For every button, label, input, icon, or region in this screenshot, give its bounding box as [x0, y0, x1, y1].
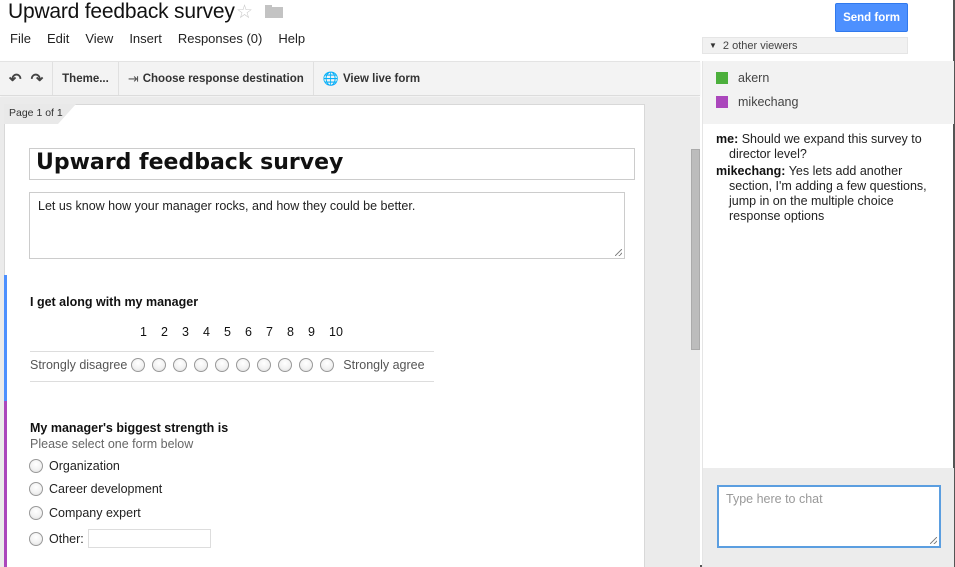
send-form-button[interactable]: Send form	[835, 3, 908, 32]
scale-row: Strongly disagree Strongly agree	[30, 358, 425, 372]
scale-number: 1	[140, 325, 147, 339]
scale-radio-2[interactable]	[152, 358, 167, 372]
form-description-input[interactable]: Let us know how your manager rocks, and …	[29, 192, 625, 259]
theme-label: Theme...	[62, 72, 109, 85]
undo-icon[interactable]: ↶	[9, 70, 22, 88]
response-destination-button[interactable]: ⇥ Choose response destination	[119, 62, 314, 95]
question-2-title[interactable]: My manager's biggest strength is	[30, 421, 228, 435]
radio-button[interactable]	[29, 482, 43, 496]
viewer-color-swatch	[716, 96, 728, 108]
scale-radio-6[interactable]	[236, 358, 251, 372]
viewer-item[interactable]: mikechang	[716, 95, 798, 109]
menu-insert[interactable]: Insert	[129, 31, 162, 46]
chat-sender: mikechang:	[716, 164, 786, 178]
folder-icon[interactable]	[265, 5, 283, 18]
resize-handle-icon[interactable]	[615, 249, 622, 256]
scale-radio-9[interactable]	[299, 358, 314, 372]
option-organization[interactable]: Organization	[29, 459, 120, 473]
radio-button[interactable]	[29, 506, 43, 520]
radio-button[interactable]	[29, 459, 43, 473]
question-accent-bar	[4, 401, 7, 567]
triangle-down-icon: ▼	[709, 41, 717, 50]
chat-message: me: Should we expand this survey to dire…	[716, 132, 948, 162]
scale-number: 5	[224, 325, 231, 339]
chat-sender: me:	[716, 132, 739, 146]
response-destination-label: Choose response destination	[142, 72, 304, 85]
view-live-form-button[interactable]: 🌐 View live form	[314, 62, 429, 95]
view-live-form-label: View live form	[342, 72, 421, 85]
question-2-help-text: Please select one form below	[30, 437, 194, 451]
viewer-item[interactable]: akern	[716, 71, 769, 85]
viewer-list: akern mikechang	[703, 61, 954, 124]
chat-text: Should we expand this survey to director…	[729, 132, 922, 161]
question-1-title[interactable]: I get along with my manager	[30, 295, 198, 309]
scale-radio-10[interactable]	[320, 358, 335, 372]
scale-radio-5[interactable]	[215, 358, 230, 372]
option-label: Career development	[49, 482, 163, 496]
menu-file[interactable]: File	[10, 31, 31, 46]
divider	[30, 381, 434, 382]
chat-message: mikechang: Yes lets add another section,…	[716, 164, 948, 224]
option-career-development[interactable]: Career development	[29, 482, 162, 496]
document-title[interactable]: Upward feedback survey	[8, 0, 235, 24]
menu-responses[interactable]: Responses (0)	[178, 31, 263, 46]
chat-footer: Type here to chat	[703, 468, 954, 567]
viewer-name: akern	[738, 71, 770, 85]
scale-radio-1[interactable]	[131, 358, 146, 372]
viewers-count: 2 other viewers	[722, 39, 798, 52]
option-company-expert[interactable]: Company expert	[29, 506, 141, 520]
menu-edit[interactable]: Edit	[47, 31, 69, 46]
scale-number: 6	[245, 325, 252, 339]
scale-radio-3[interactable]	[173, 358, 188, 372]
option-label: Company expert	[49, 506, 141, 520]
menu-bar: File Edit View Insert Responses (0) Help	[10, 31, 321, 46]
scale-radio-7[interactable]	[257, 358, 272, 372]
undo-redo-group: ↶ ↷	[0, 62, 54, 95]
menu-view[interactable]: View	[85, 31, 113, 46]
star-icon[interactable]: ☆	[236, 1, 253, 24]
redo-icon[interactable]: ↷	[31, 70, 44, 88]
chat-input[interactable]: Type here to chat	[717, 485, 941, 548]
option-label: Organization	[49, 459, 120, 473]
option-label: Other:	[49, 531, 84, 546]
globe-link-icon: 🌐	[322, 70, 339, 86]
scale-number: 8	[287, 325, 294, 339]
viewer-color-swatch	[716, 72, 728, 84]
chat-placeholder: Type here to chat	[726, 492, 823, 506]
theme-button[interactable]: Theme...	[53, 62, 119, 95]
chat-log: me: Should we expand this survey to dire…	[716, 132, 948, 226]
scale-radio-4[interactable]	[194, 358, 209, 372]
viewers-toggle[interactable]: ▼ 2 other viewers	[702, 37, 908, 54]
form-description-text: Let us know how your manager rocks, and …	[38, 199, 416, 213]
scale-number: 7	[266, 325, 273, 339]
form-title-input[interactable]: Upward feedback survey	[29, 148, 635, 180]
canvas-scrollbar[interactable]	[691, 149, 700, 350]
scale-numbers: 1 2 3 4 5 6 7 8 9 10	[140, 325, 350, 339]
collaboration-panel: akern mikechang me: Should we expand thi…	[702, 61, 954, 567]
resize-handle-icon[interactable]	[930, 537, 937, 544]
scale-number: 10	[329, 325, 343, 339]
scale-number: 4	[203, 325, 210, 339]
scale-radio-8[interactable]	[278, 358, 293, 372]
radio-button[interactable]	[29, 531, 43, 546]
divider	[30, 351, 434, 352]
other-text-input[interactable]	[87, 529, 211, 548]
scale-number: 3	[182, 325, 189, 339]
viewer-name: mikechang	[738, 95, 799, 109]
forms-editor-window: Upward feedback survey ☆ File Edit View …	[0, 0, 955, 567]
scale-low-label: Strongly disagree	[30, 358, 128, 372]
question-accent-bar	[4, 275, 7, 401]
scale-high-label: Strongly agree	[343, 358, 425, 372]
scale-number: 2	[161, 325, 168, 339]
scale-number: 9	[308, 325, 315, 339]
toolbar: ↶ ↷ Theme... ⇥ Choose response destinati…	[0, 61, 700, 96]
option-other[interactable]: Other:	[29, 529, 211, 548]
menu-help[interactable]: Help	[278, 31, 305, 46]
export-icon: ⇥	[127, 70, 139, 86]
